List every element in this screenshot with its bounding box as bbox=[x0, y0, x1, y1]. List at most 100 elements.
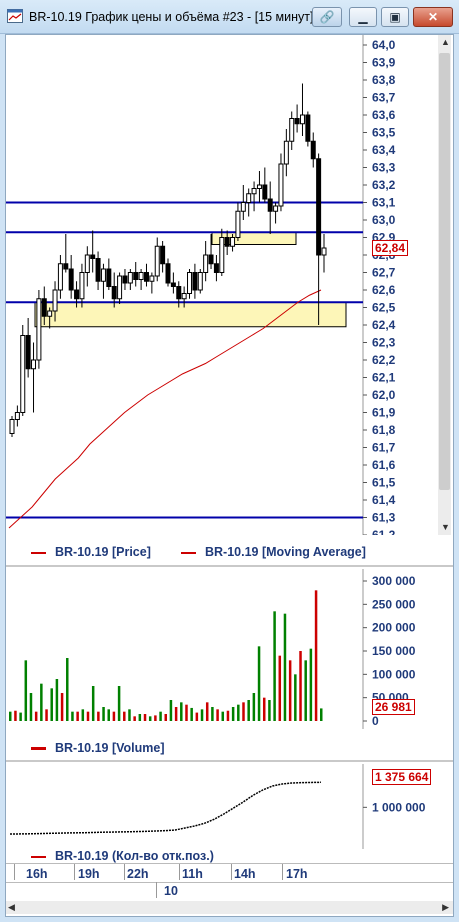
price-tick-label: 61,7 bbox=[372, 441, 396, 455]
volume-bar bbox=[55, 679, 59, 721]
volume-bar bbox=[237, 704, 240, 721]
volume-bar bbox=[91, 686, 95, 721]
title-bar: BR-10.19 График цены и объёма #23 - [15 … bbox=[0, 0, 459, 34]
candle-body bbox=[283, 140, 289, 165]
scroll-down-icon[interactable]: ▼ bbox=[441, 522, 450, 532]
volume-bar bbox=[159, 711, 162, 721]
candle-body bbox=[176, 286, 182, 300]
price-tick-label: 62,3 bbox=[372, 336, 396, 350]
oi-line bbox=[9, 781, 322, 835]
candle-body bbox=[47, 310, 53, 317]
volume-bar bbox=[154, 715, 157, 721]
candle-body bbox=[305, 114, 311, 142]
current-oi-label: 1 375 664 bbox=[372, 769, 432, 785]
time-label: 16h bbox=[26, 867, 48, 881]
time-label: 11h bbox=[182, 867, 203, 881]
time-tick bbox=[124, 864, 125, 880]
volume-bar bbox=[148, 716, 152, 721]
volume-bar bbox=[71, 711, 74, 721]
minimize-button[interactable]: ▁ bbox=[349, 7, 377, 27]
pane-separator[interactable] bbox=[6, 760, 453, 762]
price-tick-label: 62,5 bbox=[372, 301, 396, 315]
price-tick-label: 63,2 bbox=[372, 178, 396, 192]
candle-body bbox=[68, 268, 74, 291]
volume-bar bbox=[314, 590, 318, 721]
oi-pane[interactable]: 1 000 000 1 375 664 bbox=[6, 764, 453, 849]
volume-bar bbox=[60, 693, 64, 721]
price-tick-label: 63,4 bbox=[372, 143, 396, 157]
candle-body bbox=[106, 268, 112, 287]
price-tick-label: 61,2 bbox=[372, 528, 396, 535]
volume-bar bbox=[14, 710, 17, 721]
volume-bar bbox=[112, 711, 116, 721]
price-tick-label: 61,3 bbox=[372, 511, 396, 525]
price-tick-label: 61,8 bbox=[372, 423, 396, 437]
volume-bar bbox=[283, 613, 287, 721]
volume-tick-label: 0 bbox=[372, 714, 379, 728]
volume-bar bbox=[278, 655, 282, 721]
price-tick-label: 63,5 bbox=[372, 126, 396, 140]
time-label: 14h bbox=[234, 867, 256, 881]
date-tick bbox=[156, 882, 157, 898]
volume-bar bbox=[231, 707, 235, 721]
volume-tick-label: 250 000 bbox=[372, 597, 416, 611]
volume-bar bbox=[309, 648, 313, 721]
price-tick-label: 62,6 bbox=[372, 283, 396, 297]
volume-bar bbox=[174, 707, 178, 721]
candle-body bbox=[246, 193, 252, 203]
candle-body bbox=[208, 254, 214, 265]
volume-bar bbox=[185, 704, 188, 721]
volume-bar bbox=[9, 711, 12, 721]
candle-body bbox=[31, 359, 37, 370]
candle-body bbox=[90, 254, 96, 259]
price-pane[interactable]: 64,0 63,9 63,8 63,7 63,6 63,5 63,4 63,3 63,2 63,1… bbox=[6, 35, 453, 542]
volume-bar bbox=[190, 707, 193, 721]
close-button[interactable]: ✕ bbox=[413, 7, 453, 27]
volume-bar bbox=[138, 714, 142, 721]
volume-bar bbox=[117, 686, 121, 721]
volume-bar bbox=[180, 702, 183, 721]
volume-bar bbox=[226, 710, 230, 721]
oi-tick-label: 1 000 000 bbox=[372, 800, 426, 814]
volume-tick-label: 150 000 bbox=[372, 644, 416, 658]
legend-volume: BR-10.19 [Volume] bbox=[31, 741, 165, 755]
link-icon: 🔗 bbox=[319, 10, 335, 24]
candle-body bbox=[224, 237, 230, 247]
volume-bar bbox=[221, 711, 225, 721]
chart-frame: 64,0 63,9 63,8 63,7 63,6 63,5 63,4 63,3 63,2 63,1… bbox=[5, 34, 454, 917]
price-tick-label: 62,1 bbox=[372, 371, 396, 385]
minimize-icon: ▁ bbox=[358, 10, 368, 24]
time-tick bbox=[179, 864, 180, 880]
candle-body bbox=[149, 275, 155, 282]
scroll-left-icon[interactable]: ◀ bbox=[8, 902, 15, 913]
price-tick-label: 61,5 bbox=[372, 476, 396, 490]
candle-body bbox=[170, 282, 176, 287]
price-scrollbar[interactable]: ▲ ▼ bbox=[438, 35, 451, 535]
candle-body bbox=[192, 272, 198, 291]
legend-ma-swatch bbox=[181, 551, 196, 554]
volume-bar bbox=[97, 711, 100, 721]
price-tick-label: 63,9 bbox=[372, 56, 396, 70]
maximize-button[interactable]: ▣ bbox=[381, 7, 409, 27]
scroll-up-icon[interactable]: ▲ bbox=[441, 37, 450, 47]
time-tick bbox=[231, 864, 232, 880]
price-tick-label: 62,2 bbox=[372, 353, 396, 367]
volume-bar bbox=[247, 700, 250, 721]
candle-body bbox=[52, 289, 58, 312]
volume-bar bbox=[19, 712, 22, 721]
candle-body bbox=[63, 263, 69, 270]
volume-bar bbox=[24, 660, 28, 721]
time-label: 22h bbox=[127, 867, 149, 881]
price-tick-label: 62,0 bbox=[372, 388, 396, 402]
link-button[interactable]: 🔗 bbox=[312, 7, 342, 27]
volume-bar bbox=[76, 711, 79, 721]
volume-bar bbox=[273, 611, 276, 721]
time-scrollbar[interactable]: ◀ ▶ bbox=[6, 901, 453, 914]
volume-bar bbox=[169, 700, 173, 721]
volume-pane[interactable]: 300 000 250 000 200 000 150 000 100 000 50 00… bbox=[6, 569, 453, 729]
candle-body bbox=[143, 272, 149, 282]
price-tick-label: 64,0 bbox=[372, 38, 396, 52]
scroll-right-icon[interactable]: ▶ bbox=[442, 902, 449, 913]
price-scroll-thumb[interactable] bbox=[439, 53, 450, 490]
pane-separator[interactable] bbox=[6, 565, 453, 567]
